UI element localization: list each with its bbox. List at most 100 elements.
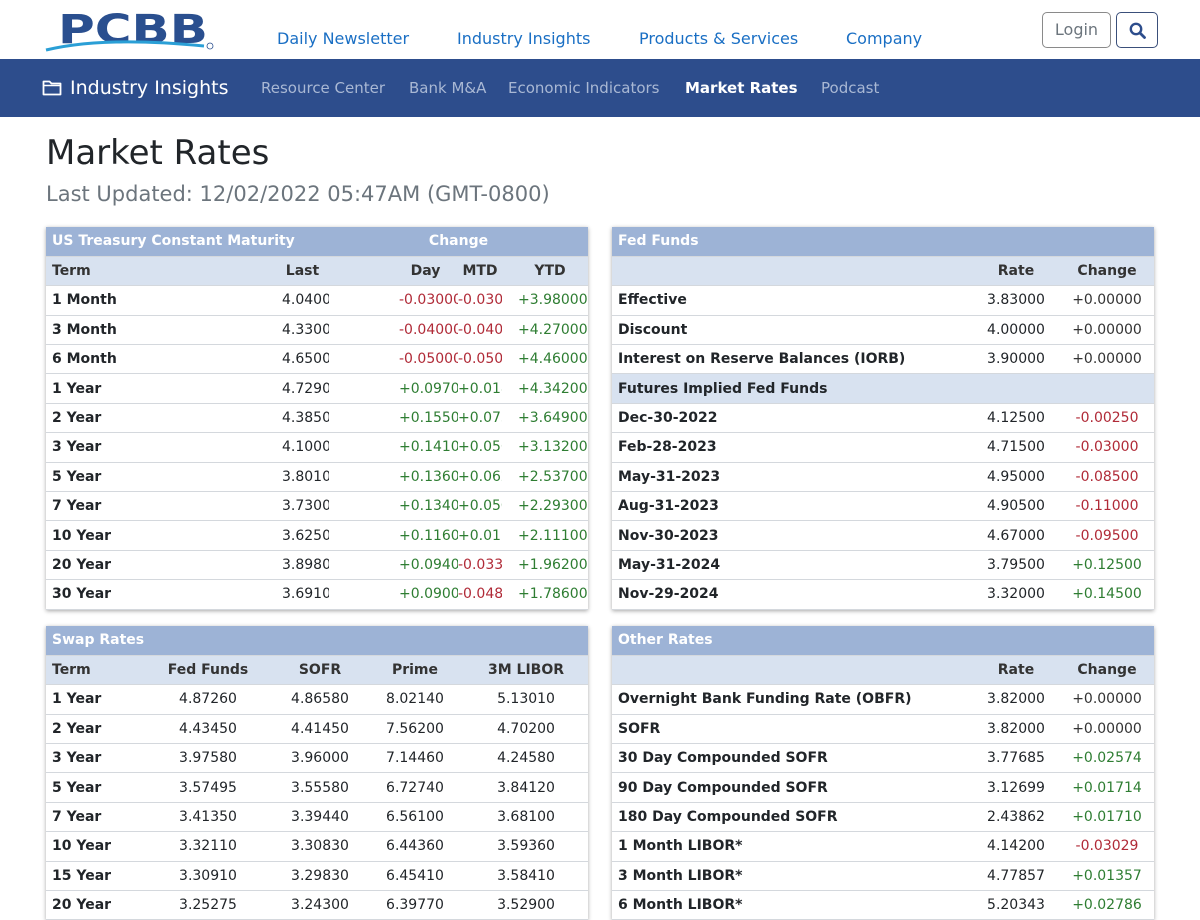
- rate-value: 3.82000: [972, 714, 1060, 745]
- treasury-row: 1 Year4.72900+0.09700+0.01800+4.34200: [46, 373, 589, 404]
- day-change: +0.11600: [329, 520, 458, 551]
- other-rates-card: Other Rates Rate Change Overnight Bank F…: [612, 626, 1154, 920]
- treasury-row-label: 7 Year: [46, 491, 192, 522]
- treasury-row-label: 20 Year: [46, 550, 192, 581]
- day-change: +0.09000: [329, 579, 458, 610]
- futures-row-label: May-31-2024: [612, 550, 972, 581]
- treasury-row: 5 Year3.80100+0.13600+0.06200+2.53700: [46, 462, 589, 493]
- swap-row: 20 Year 3.25275 3.24300 6.39770 3.52900: [46, 890, 589, 920]
- other-col-label: [612, 655, 972, 686]
- treasury-row-label: 3 Month: [46, 315, 192, 346]
- swap-row-label: 2 Year: [46, 714, 142, 745]
- day-change: +0.09700: [329, 373, 458, 404]
- prime-value: 6.72740: [366, 772, 464, 803]
- swap-col-fed-funds: Fed Funds: [142, 655, 274, 686]
- treasury-row: 20 Year3.89800+0.09400-0.03300+1.96200: [46, 550, 589, 581]
- ytd-change: +1.78600: [502, 579, 589, 610]
- swap-row-label: 15 Year: [46, 861, 142, 892]
- col-last: Last: [192, 256, 329, 287]
- change-value: -0.09500: [1060, 520, 1155, 551]
- nav-industry-insights[interactable]: Industry Insights: [457, 29, 590, 48]
- ytd-change: +3.13200: [502, 432, 589, 463]
- futures-row: Nov-29-2024 3.32000 +0.14500: [612, 579, 1155, 610]
- mtd-change: -0.04800: [458, 579, 502, 610]
- swap-title: Swap Rates: [46, 626, 589, 656]
- search-icon: [1129, 22, 1146, 39]
- rate-value: 3.82000: [972, 684, 1060, 715]
- subnav-podcast[interactable]: Podcast: [821, 79, 879, 97]
- other-rate-row-label: 6 Month LIBOR*: [612, 890, 972, 920]
- change-value: +0.00000: [1060, 344, 1155, 375]
- swap-row-label: 20 Year: [46, 890, 142, 920]
- swap-row: 10 Year 3.32110 3.30830 6.44360 3.59360: [46, 831, 589, 862]
- rate-value: 4.95000: [972, 462, 1060, 493]
- last-value: 4.33000: [192, 315, 329, 346]
- ytd-change: +1.96200: [502, 550, 589, 581]
- subnav-market-rates[interactable]: Market Rates: [685, 79, 798, 97]
- subnav-economic-indicators[interactable]: Economic Indicators: [508, 79, 659, 97]
- futures-subheader: Futures Implied Fed Funds: [612, 373, 1155, 404]
- change-value: +0.00000: [1060, 285, 1155, 316]
- nav-daily-newsletter[interactable]: Daily Newsletter: [277, 29, 409, 48]
- sofr-value: 3.24300: [274, 890, 366, 920]
- swap-row: 3 Year 3.97580 3.96000 7.14460 4.24580: [46, 743, 589, 774]
- day-change: +0.15500: [329, 403, 458, 434]
- treasury-row-label: 3 Year: [46, 432, 192, 463]
- futures-row-label: Nov-29-2024: [612, 579, 972, 610]
- search-button[interactable]: [1116, 12, 1158, 48]
- change-value: +0.00000: [1060, 684, 1154, 715]
- change-value: -0.03000: [1060, 432, 1155, 463]
- sofr-value: 3.55580: [274, 772, 366, 803]
- libor-value: 5.13010: [464, 684, 589, 715]
- change-value: -0.08500: [1060, 462, 1155, 493]
- login-button[interactable]: Login: [1042, 12, 1111, 48]
- day-change: +0.13400: [329, 491, 458, 522]
- other-rate-row: Overnight Bank Funding Rate (OBFR) 3.8200…: [612, 684, 1154, 715]
- nav-products-services[interactable]: Products & Services: [639, 29, 798, 48]
- futures-row-label: Feb-28-2023: [612, 432, 972, 463]
- section-brand[interactable]: Industry Insights: [42, 77, 228, 99]
- swap-row: 1 Year 4.87260 4.86580 8.02140 5.13010: [46, 684, 589, 715]
- sofr-value: 3.39440: [274, 802, 366, 833]
- change-value: +0.01714: [1060, 772, 1154, 803]
- rate-value: 3.83000: [972, 285, 1060, 316]
- day-change: +0.09400: [329, 550, 458, 581]
- top-navbar: PCBB Daily Newsletter Industry Insights …: [0, 0, 1200, 59]
- page-title: Market Rates: [46, 133, 270, 173]
- other-rate-row: 6 Month LIBOR* 5.20343 +0.02786: [612, 890, 1154, 920]
- swap-row-label: 10 Year: [46, 831, 142, 862]
- other-rate-row: 90 Day Compounded SOFR 3.12699 +0.01714: [612, 772, 1154, 803]
- other-rate-row-label: 30 Day Compounded SOFR: [612, 743, 972, 774]
- rate-value: 3.32000: [972, 579, 1060, 610]
- prime-value: 8.02140: [366, 684, 464, 715]
- swap-row-label: 1 Year: [46, 684, 142, 715]
- prime-value: 6.56100: [366, 802, 464, 833]
- treasury-row: 2 Year4.38500+0.15500+0.07300+3.64900: [46, 403, 589, 434]
- ytd-change: +2.11100: [502, 520, 589, 551]
- other-rate-row: SOFR 3.82000 +0.00000: [612, 714, 1154, 745]
- last-value: 3.69100: [192, 579, 329, 610]
- change-value: +0.01710: [1060, 802, 1154, 833]
- other-rate-row-label: SOFR: [612, 714, 972, 745]
- ytd-change: +2.29300: [502, 491, 589, 522]
- change-value: +0.01357: [1060, 861, 1154, 892]
- change-value: +0.14500: [1060, 579, 1155, 610]
- treasury-change-label: Change: [329, 227, 589, 257]
- subnav-resource-center[interactable]: Resource Center: [261, 79, 385, 97]
- last-value: 4.38500: [192, 403, 329, 434]
- pcbb-logo[interactable]: PCBB: [44, 6, 216, 52]
- mtd-change: -0.05000: [458, 344, 502, 375]
- libor-value: 3.84120: [464, 772, 589, 803]
- nav-company[interactable]: Company: [846, 29, 922, 48]
- mtd-change: +0.07300: [458, 403, 502, 434]
- fed-funds-value: 3.32110: [142, 831, 274, 862]
- treasury-row: 3 Month4.33000-0.04000-0.04000+4.27000: [46, 315, 589, 346]
- fed-funds-table: Fed Funds Rate Change Effective 3.83000 +0…: [612, 227, 1155, 610]
- subnav-bank-ma[interactable]: Bank M&A: [409, 79, 486, 97]
- ytd-change: +2.53700: [502, 462, 589, 493]
- mtd-change: +0.05600: [458, 432, 502, 463]
- futures-row-label: May-31-2023: [612, 462, 972, 493]
- fed-funds-row-label: Effective: [612, 285, 972, 316]
- libor-value: 4.70200: [464, 714, 589, 745]
- fed-funds-value: 3.41350: [142, 802, 274, 833]
